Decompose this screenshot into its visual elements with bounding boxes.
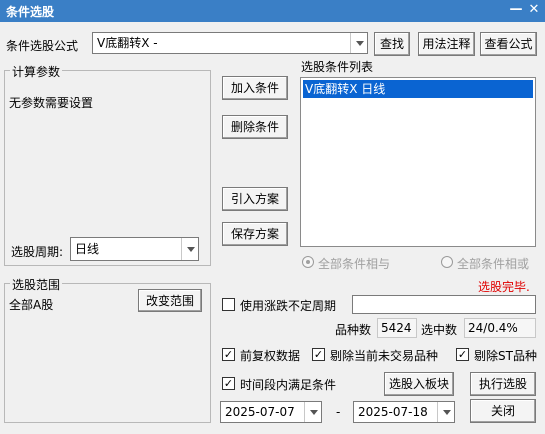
exclude-non-trading-checkbox[interactable]: ✓ [312, 348, 325, 361]
count-label: 品种数 [335, 323, 372, 337]
chevron-down-icon[interactable] [350, 33, 367, 53]
formula-select[interactable]: V底翻转X - [92, 32, 368, 54]
minimize-icon[interactable]: — [508, 2, 524, 18]
execute-button[interactable]: 执行选股 [470, 372, 536, 396]
find-button[interactable]: 查找 [374, 32, 410, 56]
close-icon[interactable]: ✕ [526, 2, 542, 18]
chevron-down-icon[interactable] [304, 402, 321, 422]
variable-period-checkbox[interactable] [222, 298, 235, 311]
variable-period-label: 使用涨跌不定周期 [240, 299, 337, 313]
period-select[interactable]: 日线 [70, 237, 199, 261]
status-text: 选股完毕. [478, 280, 530, 294]
all-and-radio[interactable] [302, 256, 314, 268]
save-plan-button[interactable]: 保存方案 [222, 222, 288, 246]
change-range-button[interactable]: 改变范围 [138, 289, 202, 312]
count-value: 5424 [377, 318, 417, 338]
close-button[interactable]: 关闭 [470, 399, 536, 423]
range-value: 全部A股 [9, 298, 54, 312]
condition-list[interactable]: V底翻转X 日线 [300, 77, 536, 247]
prior-rights-label: 前复权数据 [240, 349, 301, 363]
period-satisfy-checkbox[interactable]: ✓ [222, 377, 235, 390]
chevron-down-icon[interactable] [181, 238, 198, 260]
all-or-label: 全部条件相或 [457, 257, 530, 271]
params-message: 无参数需要设置 [9, 96, 94, 110]
view-formula-button[interactable]: 查看公式 [480, 32, 537, 56]
start-date-input[interactable]: 2025-07-07 [220, 401, 322, 423]
period-satisfy-label: 时间段内满足条件 [240, 378, 337, 392]
period-label: 选股周期: [11, 245, 64, 259]
selected-value: 24/0.4% [464, 318, 536, 338]
end-date-value: 2025-07-18 [358, 405, 428, 419]
exclude-st-checkbox[interactable]: ✓ [456, 348, 469, 361]
usage-notes-button[interactable]: 用法注释 [418, 32, 475, 56]
window-title: 条件选股 [6, 5, 55, 19]
exclude-non-trading-label: 剔除当前未交易品种 [330, 349, 439, 363]
prior-rights-checkbox[interactable]: ✓ [222, 348, 235, 361]
condition-list-title: 选股条件列表 [301, 60, 374, 74]
variable-period-input[interactable] [352, 295, 536, 314]
formula-label: 条件选股公式 [6, 39, 79, 53]
selected-label: 选中数 [421, 323, 458, 337]
period-value: 日线 [75, 242, 100, 256]
start-date-value: 2025-07-07 [225, 405, 295, 419]
import-plan-button[interactable]: 引入方案 [222, 187, 288, 211]
end-date-input[interactable]: 2025-07-18 [353, 401, 455, 423]
add-condition-button[interactable]: 加入条件 [222, 76, 288, 100]
all-or-radio[interactable] [441, 256, 453, 268]
params-group-title: 计算参数 [10, 63, 63, 80]
title-bar: 条件选股 — ✕ [0, 0, 545, 22]
all-and-label: 全部条件相与 [318, 257, 391, 271]
exclude-st-label: 剔除ST品种 [474, 349, 537, 363]
chevron-down-icon[interactable] [437, 402, 454, 422]
list-item[interactable]: V底翻转X 日线 [303, 80, 533, 98]
date-separator: - [336, 405, 341, 419]
select-to-block-button[interactable]: 选股入板块 [384, 372, 454, 396]
range-group-title: 选股范围 [10, 276, 63, 293]
delete-condition-button[interactable]: 删除条件 [222, 115, 288, 139]
formula-value: V底翻转X - [97, 36, 158, 50]
